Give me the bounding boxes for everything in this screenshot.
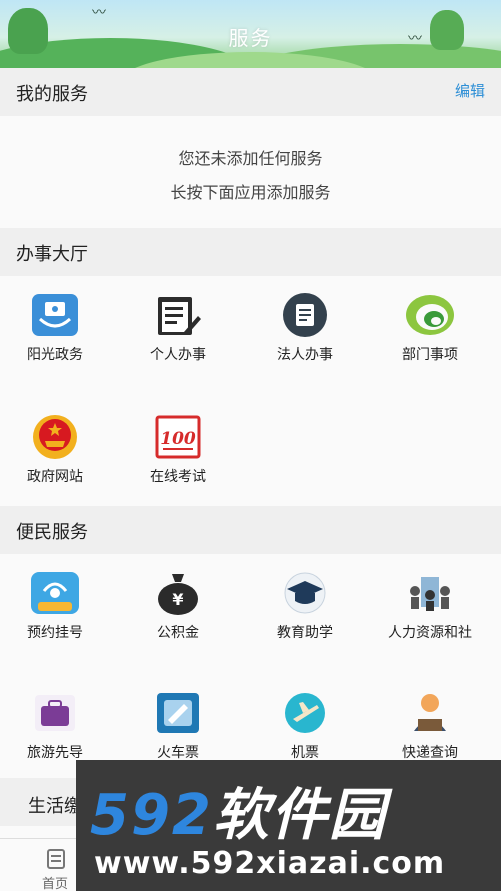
service-label: 公积金 <box>157 625 199 641</box>
service-gov-website[interactable]: 政府网站 <box>0 414 110 504</box>
nav-home-label: 首页 <box>41 877 68 891</box>
service-label: 教育助学 <box>277 625 333 641</box>
nav-home[interactable]: 首页 <box>30 845 80 891</box>
watermark: 592软件园 www.592xiazai.com <box>76 760 501 891</box>
national-emblem-icon <box>30 414 80 460</box>
money-bag-icon: ¥ <box>153 570 203 616</box>
train-ticket-icon <box>153 690 203 736</box>
people-building-icon <box>405 570 455 616</box>
watermark-number: 592 <box>90 783 213 848</box>
empty-services-line1: 您还未添加任何服务 <box>178 149 323 168</box>
section-title: 便民服务 <box>16 522 88 543</box>
watermark-url: www.592xiazai.com <box>94 846 446 881</box>
section-title: 生活缴 <box>28 796 82 817</box>
service-label: 法人办事 <box>277 347 333 363</box>
service-label: 部门事项 <box>402 347 458 363</box>
graduation-cap-icon <box>280 570 330 616</box>
service-human-resources[interactable]: 人力资源和社 <box>375 570 485 660</box>
service-label: 阳光政务 <box>27 347 83 363</box>
service-label: 个人办事 <box>150 347 206 363</box>
header-banner: 〰 〰 服务 <box>0 0 501 68</box>
service-sunshine-gov[interactable]: 阳光政务 <box>0 292 110 382</box>
service-label: 机票 <box>291 745 319 761</box>
hall-header: 办事大厅 <box>0 228 501 276</box>
service-label: 火车票 <box>157 745 199 761</box>
my-services-header: 我的服务 编辑 <box>0 68 501 116</box>
sunshine-gov-icon <box>30 292 80 338</box>
service-personal[interactable]: 个人办事 <box>123 292 233 382</box>
service-label: 旅游先导 <box>27 745 83 761</box>
svg-text:¥: ¥ <box>172 590 183 609</box>
notepad-pen-icon <box>153 292 203 338</box>
suitcase-icon <box>30 690 80 736</box>
section-title: 办事大厅 <box>16 244 88 265</box>
service-department[interactable]: 部门事项 <box>375 292 485 382</box>
convenience-header: 便民服务 <box>0 506 501 554</box>
courier-icon <box>405 690 455 736</box>
service-label: 在线考试 <box>150 469 206 485</box>
service-label: 人力资源和社 <box>388 625 472 641</box>
airplane-icon <box>280 690 330 736</box>
watermark-brand: 软件园 <box>212 783 387 848</box>
service-label: 快递查询 <box>402 745 458 761</box>
green-swirl-icon <box>405 292 455 338</box>
service-appointment[interactable]: 预约挂号 <box>0 570 110 660</box>
document-circle-icon <box>280 292 330 338</box>
page-title: 服务 <box>228 26 273 50</box>
score-100-icon: 100 <box>153 414 203 460</box>
service-housing-fund[interactable]: ¥ 公积金 <box>123 570 233 660</box>
service-online-exam[interactable]: 100 在线考试 <box>123 414 233 504</box>
service-label: 政府网站 <box>27 469 83 485</box>
swallow-icon: 〰 <box>92 5 106 21</box>
watermark-logo: 592软件园 <box>90 770 387 851</box>
home-icon <box>47 849 65 873</box>
empty-services-line2: 长按下面应用添加服务 <box>170 183 331 202</box>
service-corporate[interactable]: 法人办事 <box>250 292 360 382</box>
service-education[interactable]: 教育助学 <box>250 570 360 660</box>
section-title: 我的服务 <box>16 84 88 105</box>
svg-text:100: 100 <box>160 429 196 449</box>
edit-button[interactable]: 编辑 <box>455 80 485 101</box>
service-label: 预约挂号 <box>27 625 83 641</box>
appointment-icon <box>30 570 80 616</box>
